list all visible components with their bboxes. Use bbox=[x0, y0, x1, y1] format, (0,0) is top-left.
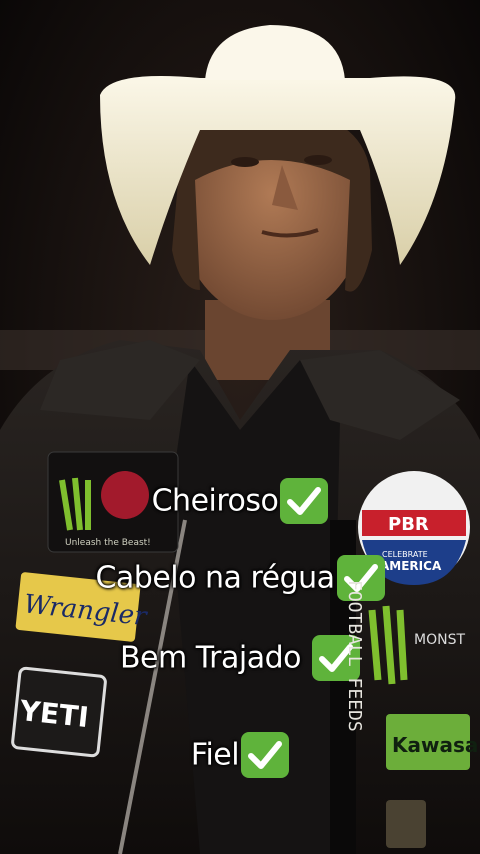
photo-scene: Unleash the Beast! Wrangler YETI PBR CEL… bbox=[0, 0, 480, 854]
check-mark-icon bbox=[280, 478, 329, 524]
shirt bbox=[170, 360, 340, 854]
caption-text: Fiel bbox=[190, 737, 240, 773]
eye-left bbox=[231, 157, 259, 167]
check-mark-icon bbox=[312, 635, 361, 681]
caption-text: Cheiroso bbox=[151, 483, 279, 519]
unleash-text: Unleash the Beast! bbox=[65, 538, 151, 548]
caption-text: Cabelo na régua bbox=[95, 560, 335, 596]
caption-line-3: Bem Trajado bbox=[0, 635, 480, 681]
caption-line-2: Cabelo na régua bbox=[0, 555, 480, 601]
check-mark-icon bbox=[241, 732, 290, 778]
check-mark-icon bbox=[336, 555, 385, 601]
caption-line-4: Fiel bbox=[0, 732, 480, 778]
eye-right bbox=[304, 155, 332, 165]
small-badge bbox=[386, 800, 426, 848]
caption-line-1: Cheiroso bbox=[0, 478, 480, 524]
caption-text: Bem Trajado bbox=[119, 640, 311, 676]
